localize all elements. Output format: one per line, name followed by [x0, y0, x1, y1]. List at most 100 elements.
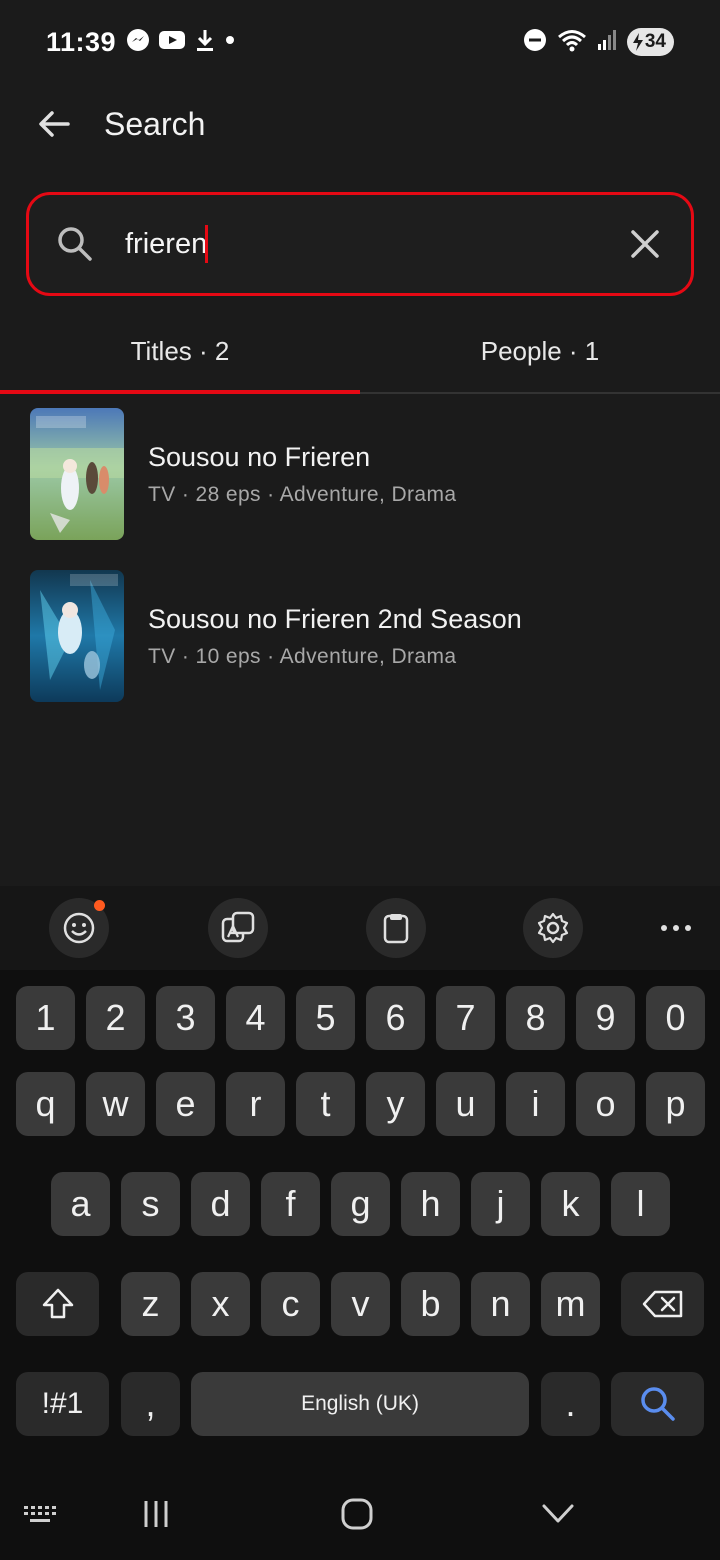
key-z[interactable]: z	[121, 1272, 180, 1336]
list-item[interactable]: Sousou no Frieren 2nd Season TV · 10 eps…	[30, 570, 690, 702]
recents-button[interactable]	[132, 1490, 180, 1538]
more-options-button[interactable]	[646, 898, 706, 958]
system-nav-bar	[0, 1468, 720, 1560]
period-key[interactable]: .	[541, 1372, 600, 1436]
back-icon	[542, 1504, 574, 1523]
key-9[interactable]: 9	[576, 986, 635, 1050]
result-title: Sousou no Frieren	[148, 441, 371, 472]
home-button[interactable]	[333, 1490, 381, 1538]
key-7[interactable]: 7	[436, 986, 495, 1050]
key-f[interactable]: f	[261, 1172, 320, 1236]
key-j[interactable]: j	[471, 1172, 530, 1236]
battery-indicator: 34	[626, 28, 674, 56]
key-q[interactable]: q	[16, 1072, 75, 1136]
notification-dot	[94, 900, 105, 911]
page-title: Search	[104, 105, 206, 142]
status-bar: 11:39 34	[0, 0, 720, 84]
emoji-button[interactable]	[49, 898, 109, 958]
signal-icon	[597, 28, 617, 57]
key-2[interactable]: 2	[86, 986, 145, 1050]
dnd-icon	[523, 28, 547, 57]
comma-key[interactable]: ,	[121, 1372, 180, 1436]
search-action-key[interactable]	[611, 1372, 704, 1436]
key-s[interactable]: s	[121, 1172, 180, 1236]
key-l[interactable]: l	[611, 1172, 670, 1236]
key-k[interactable]: k	[541, 1172, 600, 1236]
settings-icon	[537, 912, 569, 944]
arrow-left-icon	[39, 111, 70, 137]
key-y[interactable]: y	[366, 1072, 425, 1136]
youtube-icon	[158, 29, 186, 56]
wifi-icon	[557, 28, 587, 57]
keyboard-hide-button[interactable]	[16, 1490, 64, 1538]
key-i[interactable]: i	[506, 1072, 565, 1136]
key-5[interactable]: 5	[296, 986, 355, 1050]
poster-image	[30, 408, 124, 540]
shift-key[interactable]	[16, 1272, 99, 1336]
result-meta: TV · 10 eps · Adventure, Drama	[148, 644, 457, 668]
battery-level: 34	[644, 31, 666, 52]
key-n[interactable]: n	[471, 1272, 530, 1336]
key-t[interactable]: t	[296, 1072, 355, 1136]
space-key[interactable]: English (UK)	[191, 1372, 529, 1436]
key-e[interactable]: e	[156, 1072, 215, 1136]
keyboard-toolbar	[0, 886, 720, 970]
text-caret	[205, 225, 209, 263]
key-d[interactable]: d	[191, 1172, 250, 1236]
close-icon	[631, 230, 659, 258]
clear-search-button[interactable]	[625, 224, 665, 264]
more-icon	[661, 925, 691, 931]
key-u[interactable]: u	[436, 1072, 495, 1136]
key-o[interactable]: o	[576, 1072, 635, 1136]
key-0[interactable]: 0	[646, 986, 705, 1050]
dot-icon	[224, 28, 236, 57]
list-item[interactable]: Sousou no Frieren TV · 28 eps · Adventur…	[30, 408, 690, 540]
search-icon	[55, 224, 95, 264]
app-header: Search	[0, 84, 720, 164]
poster-image	[30, 570, 124, 702]
key-g[interactable]: g	[331, 1172, 390, 1236]
key-m[interactable]: m	[541, 1272, 600, 1336]
clipboard-icon	[383, 914, 409, 944]
key-a[interactable]: a	[51, 1172, 110, 1236]
key-4[interactable]: 4	[226, 986, 285, 1050]
key-1[interactable]: 1	[16, 986, 75, 1050]
search-field[interactable]: frieren	[26, 192, 694, 296]
notification-icons	[126, 28, 236, 57]
system-back-button[interactable]	[534, 1490, 582, 1538]
recents-icon	[144, 1501, 168, 1527]
result-title: Sousou no Frieren 2nd Season	[148, 603, 522, 634]
key-r[interactable]: r	[226, 1072, 285, 1136]
charging-icon	[632, 33, 643, 51]
messenger-icon	[126, 28, 150, 57]
key-h[interactable]: h	[401, 1172, 460, 1236]
key-v[interactable]: v	[331, 1272, 390, 1336]
key-8[interactable]: 8	[506, 986, 565, 1050]
result-meta: TV · 28 eps · Adventure, Drama	[148, 482, 457, 506]
clipboard-button[interactable]	[366, 898, 426, 958]
key-c[interactable]: c	[261, 1272, 320, 1336]
back-button[interactable]	[28, 98, 80, 150]
emoji-icon	[63, 912, 95, 944]
translate-button[interactable]	[208, 898, 268, 958]
tab-people[interactable]: People · 1	[360, 310, 720, 392]
key-x[interactable]: x	[191, 1272, 250, 1336]
symbols-key[interactable]: !#1	[16, 1372, 109, 1436]
home-icon	[341, 1498, 373, 1530]
shift-icon	[42, 1288, 73, 1319]
soft-keyboard: 1 2 3 4 5 6 7 8 9 0 q w e r t y u i o p …	[0, 886, 720, 1560]
search-input[interactable]: frieren	[125, 228, 207, 261]
backspace-icon	[642, 1290, 682, 1318]
download-icon	[194, 28, 216, 57]
key-3[interactable]: 3	[156, 986, 215, 1050]
key-p[interactable]: p	[646, 1072, 705, 1136]
key-6[interactable]: 6	[366, 986, 425, 1050]
results-tabs: Titles · 2 People · 1	[0, 310, 720, 394]
key-w[interactable]: w	[86, 1072, 145, 1136]
backspace-key[interactable]	[621, 1272, 704, 1336]
status-time: 11:39	[46, 26, 117, 57]
key-b[interactable]: b	[401, 1272, 460, 1336]
translate-icon	[221, 911, 255, 943]
keyboard-settings-button[interactable]	[523, 898, 583, 958]
tab-titles[interactable]: Titles · 2	[0, 310, 360, 394]
